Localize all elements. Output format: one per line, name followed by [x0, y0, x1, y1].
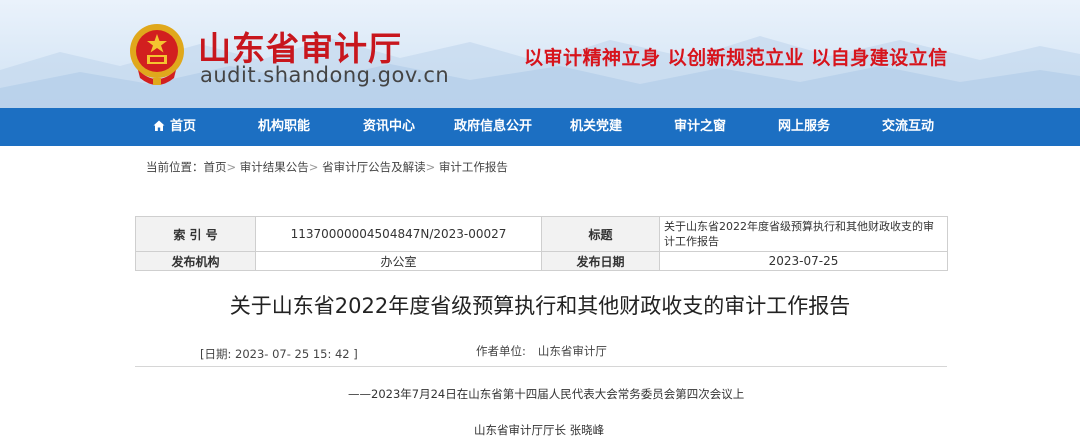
table-row: 索 引 号 11370000004504847N/2023-00027 标题 关… — [135, 216, 948, 252]
nav-item-label: 首页 — [170, 119, 197, 134]
nav-item-news-center[interactable]: 资讯中心 — [363, 108, 415, 146]
index-label: 索 引 号 — [135, 216, 256, 252]
nav-item-organization[interactable]: 机构职能 — [258, 108, 310, 146]
document-info-table: 索 引 号 11370000004504847N/2023-00027 标题 关… — [135, 216, 948, 271]
org-label: 发布机构 — [135, 251, 256, 271]
breadcrumb-home[interactable]: 首页 — [204, 160, 227, 174]
article-title: 关于山东省2022年度省级预算执行和其他财政收支的审计工作报告 — [229, 294, 851, 318]
main-nav: 首页 机构职能 资讯中心 政府信息公开 机关党建 审计之窗 网上服务 交流互动 — [0, 108, 1080, 146]
national-emblem-icon — [130, 24, 184, 85]
article-subtitle: ——2023年7月24日在山东省第十四届人民代表大会常务委员会第四次会议上 — [348, 387, 745, 401]
nav-item-interaction[interactable]: 交流互动 — [882, 108, 934, 146]
breadcrumb-audit-results[interactable]: 审计结果公告 — [240, 160, 309, 174]
author-label: 作者单位: — [476, 344, 526, 358]
index-value: 11370000004504847N/2023-00027 — [255, 216, 542, 252]
divider — [135, 366, 947, 367]
nav-item-audit-window[interactable]: 审计之窗 — [674, 108, 726, 146]
breadcrumb-separator: > — [425, 160, 436, 174]
home-icon — [153, 120, 165, 131]
nav-item-home[interactable]: 首页 — [153, 108, 196, 146]
article-author: 作者单位: 山东省审计厅 — [476, 343, 607, 359]
breadcrumb-work-reports[interactable]: 审计工作报告 — [439, 160, 508, 174]
breadcrumb-announcements[interactable]: 省审计厅公告及解读 — [322, 160, 426, 174]
breadcrumb-prefix: 当前位置： — [146, 160, 204, 174]
title-value: 关于山东省2022年度省级预算执行和其他财政收支的审计工作报告 — [659, 216, 948, 252]
org-value: 办公室 — [255, 251, 542, 271]
site-domain: audit.shandong.gov.cn — [200, 63, 450, 87]
date-label: 发布日期 — [541, 251, 660, 271]
breadcrumb-separator: > — [226, 160, 237, 174]
slogan: 以审计精神立身 以创新规范立业 以自身建设立信 — [524, 47, 948, 69]
date-value: 2023-07-25 — [659, 251, 948, 271]
title-label: 标题 — [541, 216, 660, 252]
breadcrumb-separator: > — [308, 160, 319, 174]
article-speaker: 山东省审计厅厅长 张晓峰 — [474, 423, 605, 437]
author-value: 山东省审计厅 — [537, 344, 607, 358]
table-row: 发布机构 办公室 发布日期 2023-07-25 — [135, 251, 948, 271]
breadcrumb: 当前位置：首页> 审计结果公告> 省审计厅公告及解读> 审计工作报告 — [146, 159, 508, 175]
nav-item-party-building[interactable]: 机关党建 — [570, 108, 622, 146]
header-banner: 山东省审计厅 audit.shandong.gov.cn 以审计精神立身 以创新… — [0, 0, 1080, 108]
nav-item-online-services[interactable]: 网上服务 — [778, 108, 830, 146]
nav-item-gov-info[interactable]: 政府信息公开 — [454, 108, 532, 146]
article-date: [日期: 2023- 07- 25 15: 42 ] — [200, 347, 358, 361]
